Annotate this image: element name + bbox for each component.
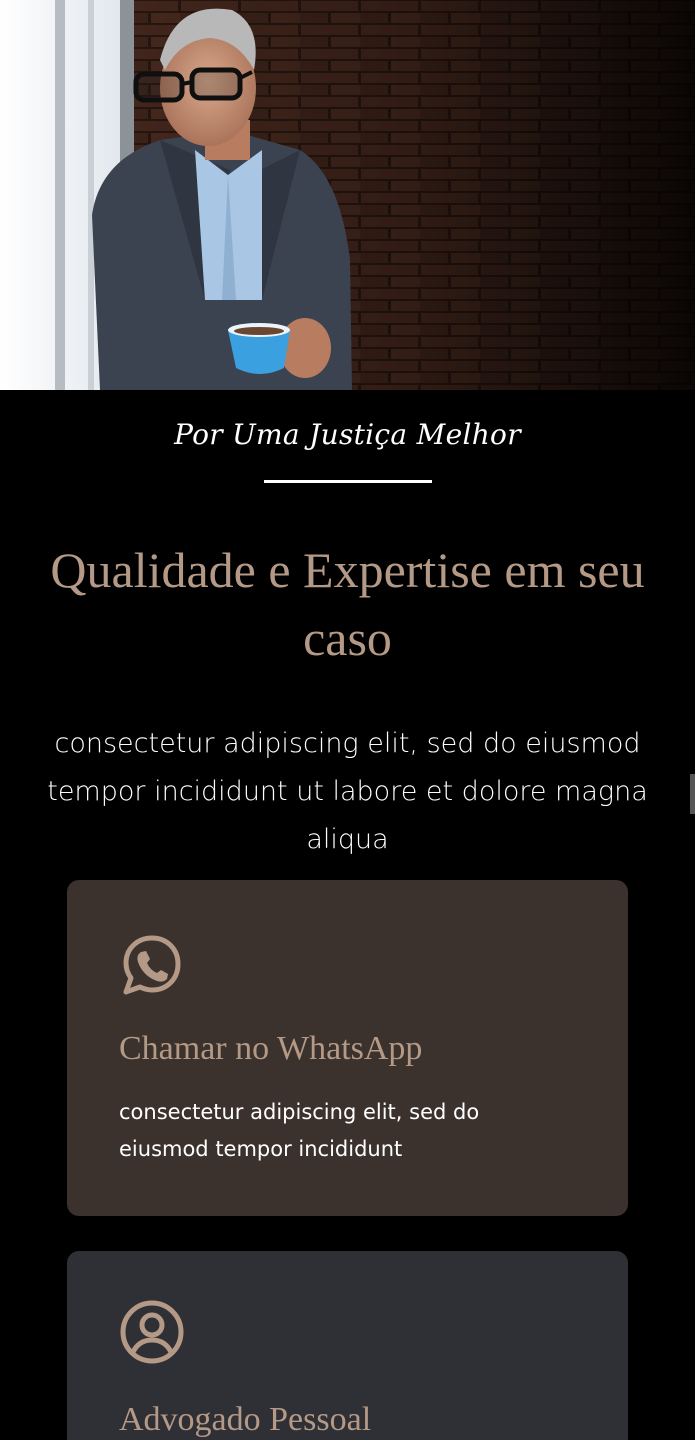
tagline: Por Uma Justiça Melhor	[174, 418, 521, 451]
advogado-card-title: Advogado Pessoal	[119, 1401, 372, 1438]
whatsapp-card-text: consectetur adipiscing elit, sed do eius…	[119, 1100, 480, 1161]
scroll-indicator[interactable]	[690, 774, 695, 814]
whatsapp-icon	[119, 932, 185, 998]
user-circle-icon	[119, 1299, 185, 1365]
whatsapp-card-title: Chamar no WhatsApp	[119, 1030, 423, 1067]
section-headline: Qualidade e Expertise em seu caso	[50, 542, 645, 666]
intro-paragraph: consectetur adipiscing elit, sed do eius…	[47, 728, 648, 855]
whatsapp-card[interactable]: Chamar no WhatsApp consectetur adipiscin…	[67, 880, 628, 1216]
hero-image	[0, 0, 695, 390]
tagline-divider	[264, 480, 432, 483]
advogado-card[interactable]: Advogado Pessoal	[67, 1251, 628, 1440]
